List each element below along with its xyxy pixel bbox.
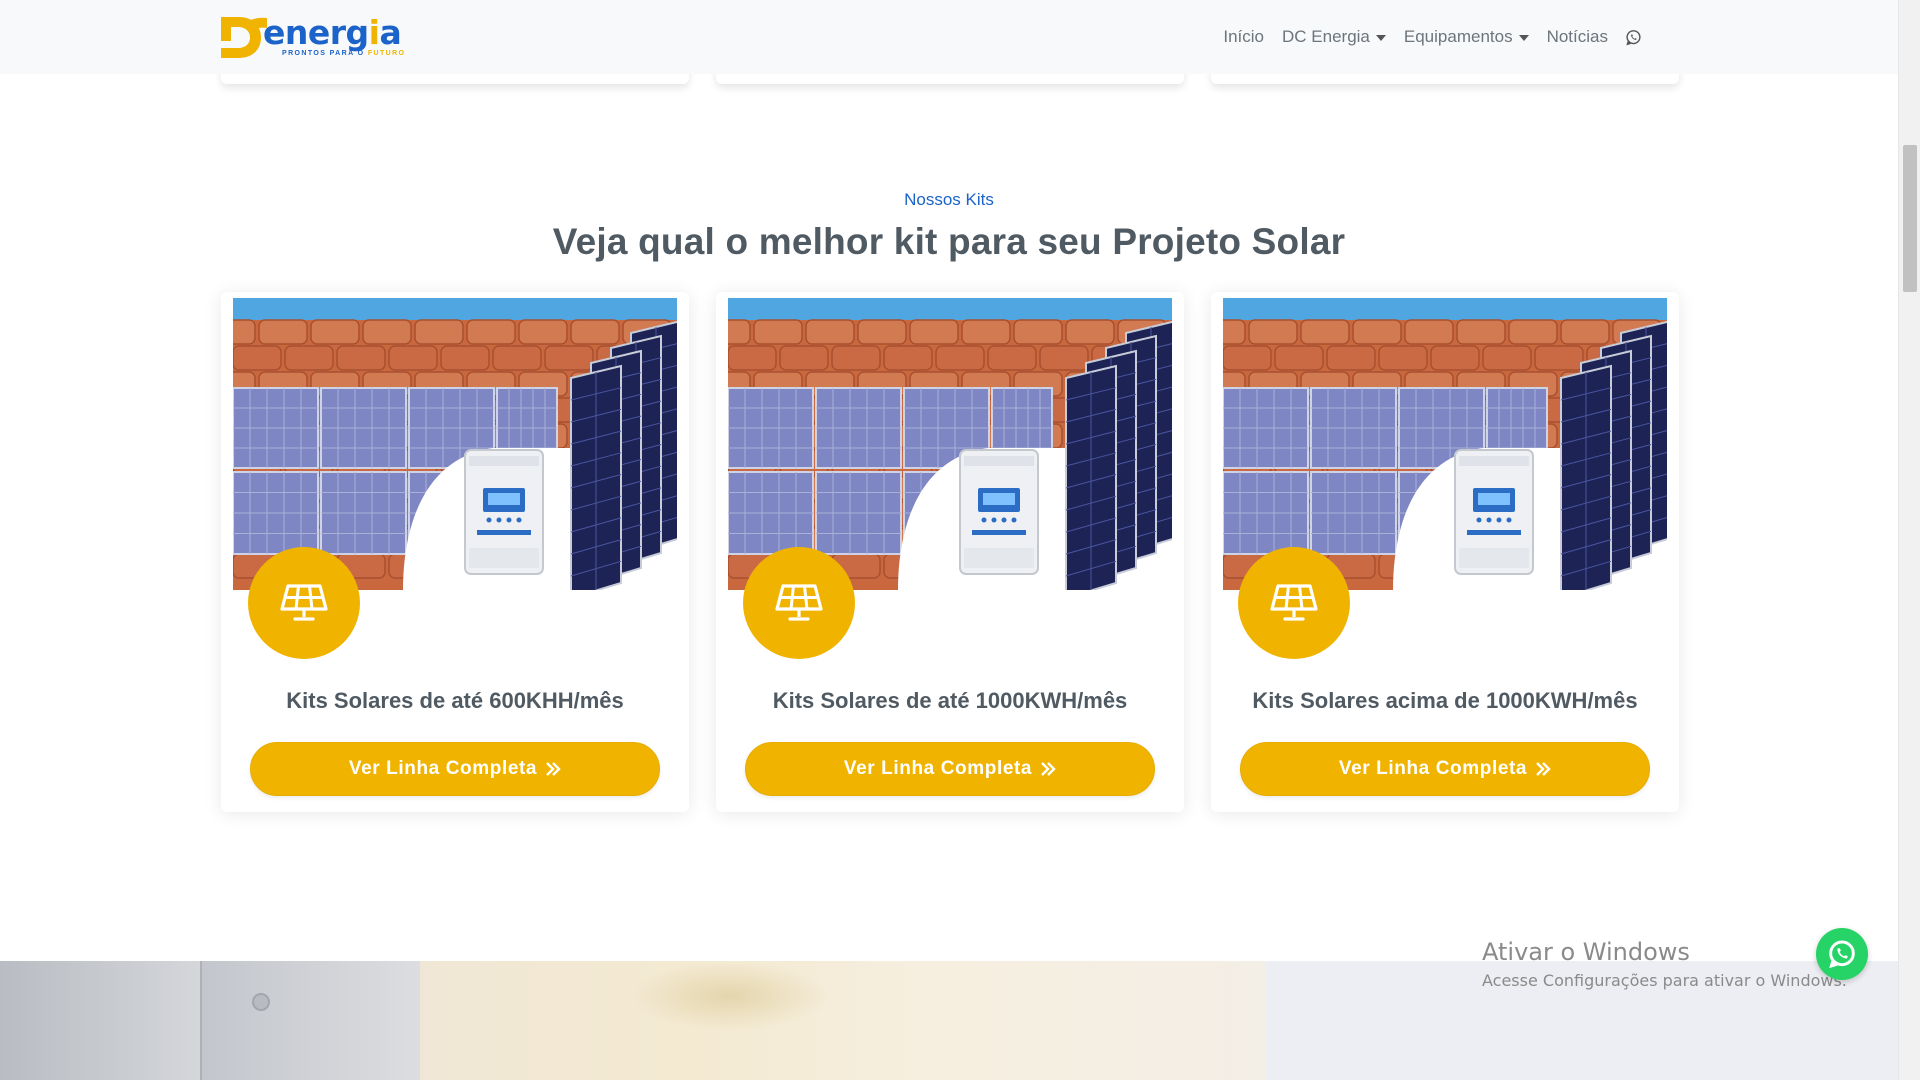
- kit-card-title: Kits Solares de até 600KHH/mês: [286, 688, 624, 713]
- section-title: Veja qual o melhor kit para seu Projeto …: [552, 221, 1346, 262]
- kit-card: Kits Solares de até 1000KWH/mês Ver Linh…: [716, 292, 1184, 812]
- brand-name: energia: [263, 13, 402, 52]
- double-chevron-right-icon: [1041, 762, 1056, 776]
- main-nav: Início DC Energia Equipamentos Notícias: [1214, 0, 1650, 74]
- section-eyebrow: Nossos Kits: [904, 190, 994, 209]
- ver-linha-completa-button[interactable]: Ver Linha Completa: [250, 742, 660, 796]
- nav-label: Início: [1223, 27, 1265, 46]
- ver-linha-completa-button[interactable]: Ver Linha Completa: [1240, 742, 1650, 796]
- banner-photo: [0, 961, 1266, 1080]
- kit-card: Kits Solares acima de 1000KWH/mês Ver Li…: [1211, 292, 1679, 812]
- chevron-down-icon: [1375, 35, 1386, 41]
- kit-card-title: Kits Solares de até 1000KWH/mês: [772, 688, 1128, 713]
- brand-tagline: PRONTOS PARA O FUTURO: [282, 50, 406, 57]
- whatsapp-float-button[interactable]: [1816, 928, 1868, 980]
- nav-label: Notícias: [1546, 27, 1608, 46]
- page-scrollbar[interactable]: [1898, 0, 1920, 1080]
- double-chevron-right-icon: [1536, 762, 1551, 776]
- nav-item-dc-energia[interactable]: DC Energia: [1273, 17, 1395, 57]
- solar-panel-icon: [1270, 584, 1318, 621]
- kit-icon-badge: [743, 547, 855, 659]
- ver-linha-completa-button[interactable]: Ver Linha Completa: [745, 742, 1155, 796]
- windows-activation-title: Ativar o Windows: [1482, 938, 1690, 966]
- kit-icon-badge: [1238, 547, 1350, 659]
- whatsapp-icon: [1829, 940, 1855, 969]
- nav-item-noticias[interactable]: Notícias: [1538, 17, 1617, 57]
- button-label: Ver Linha Completa: [1338, 758, 1528, 779]
- nav-item-equipamentos[interactable]: Equipamentos: [1395, 17, 1538, 57]
- brand-logo[interactable]: energia PRONTOS PARA O FUTURO: [221, 13, 404, 60]
- button-label: Ver Linha Completa: [843, 758, 1033, 779]
- scrollbar-thumb[interactable]: [1903, 145, 1917, 292]
- nav-whatsapp-link[interactable]: [1617, 17, 1650, 57]
- kit-card: Kits Solares de até 600KHH/mês Ver Linha…: [221, 292, 689, 812]
- solar-panel-icon: [775, 584, 823, 621]
- nav-label: Equipamentos: [1403, 27, 1513, 46]
- kit-card-title: Kits Solares acima de 1000KWH/mês: [1252, 688, 1638, 713]
- nav-label: DC Energia: [1282, 27, 1370, 46]
- navbar: energia PRONTOS PARA O FUTURO Início DC …: [0, 0, 1898, 74]
- windows-activation-text: Acesse Configurações para ativar o Windo…: [1482, 971, 1847, 990]
- solar-panel-icon: [280, 584, 328, 621]
- kit-icon-badge: [248, 547, 360, 659]
- double-chevron-right-icon: [546, 762, 561, 776]
- whatsapp-icon: [1626, 29, 1641, 45]
- chevron-down-icon: [1518, 35, 1529, 41]
- nav-item-inicio[interactable]: Início: [1214, 17, 1273, 57]
- button-label: Ver Linha Completa: [348, 758, 538, 779]
